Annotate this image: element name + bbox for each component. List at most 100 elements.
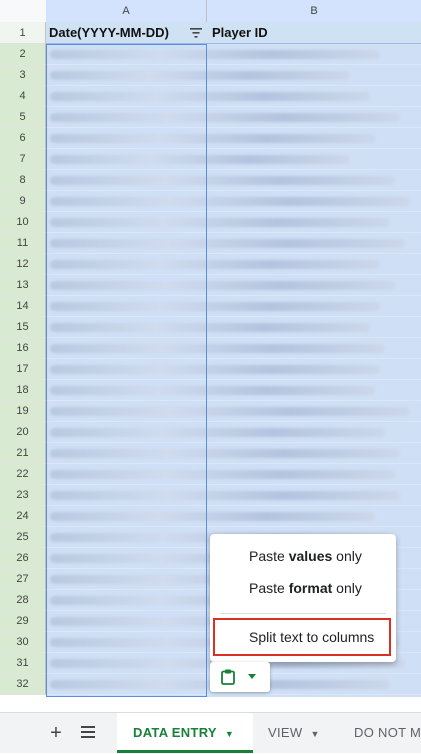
date-header-cell[interactable]: Date(YYYY-MM-DD) [46,22,206,44]
row-number[interactable]: 8 [0,170,46,191]
table-row[interactable] [46,401,421,422]
row-number[interactable]: 19 [0,401,46,422]
row-number[interactable]: 17 [0,359,46,380]
row-number[interactable]: 26 [0,548,46,569]
blurred-cell-content [50,491,400,500]
blurred-cell-content [50,449,400,458]
row-number[interactable]: 25 [0,527,46,548]
table-row[interactable] [46,275,421,296]
filter-icon[interactable] [190,27,202,39]
row-number[interactable]: 9 [0,191,46,212]
blurred-cell-content [50,281,395,290]
sheet-tab-bar: + DATA ENTRY ▼ VIEW ▼ DO NOT M [0,712,421,753]
chevron-down-icon: ▼ [224,728,235,739]
blurred-cell-content [50,428,385,437]
tab-view[interactable]: VIEW ▼ [253,713,337,753]
row-number[interactable]: 16 [0,338,46,359]
paste-options-menu: Paste values only Paste format only Spli… [210,534,396,662]
row-number[interactable]: 31 [0,653,46,674]
highlight-box [213,618,391,656]
table-row[interactable] [46,443,421,464]
row-number[interactable]: 15 [0,317,46,338]
row-number[interactable]: 3 [0,65,46,86]
blurred-cell-content [50,92,370,101]
chevron-down-icon: ▼ [310,728,320,739]
row-number[interactable]: 2 [0,44,46,65]
blurred-cell-content [50,239,405,248]
column-header-bar: A B [0,0,421,23]
table-row[interactable] [46,107,421,128]
row-number[interactable]: 22 [0,464,46,485]
row-number[interactable]: 4 [0,86,46,107]
table-row[interactable] [46,65,421,86]
tab-do-not-modify[interactable]: DO NOT M [337,713,421,753]
paste-clipboard-icon [221,669,235,685]
row-number[interactable]: 29 [0,611,46,632]
row-number[interactable]: 24 [0,506,46,527]
table-row[interactable] [46,380,421,401]
table-row[interactable] [46,128,421,149]
blurred-cell-content [50,365,380,374]
blurred-cell-content [50,113,400,122]
menu-divider [220,613,386,614]
table-row[interactable] [46,296,421,317]
blurred-cell-content [50,71,350,80]
blurred-cell-content [50,386,375,395]
table-row[interactable] [46,485,421,506]
table-row[interactable] [46,359,421,380]
row-number[interactable]: 1 [0,22,46,44]
blurred-cell-content [50,176,395,185]
row-number[interactable]: 18 [0,380,46,401]
row-number[interactable]: 11 [0,233,46,254]
row-number[interactable]: 27 [0,569,46,590]
table-row[interactable] [46,86,421,107]
column-header-b[interactable]: B [207,0,421,22]
blurred-cell-content [50,218,390,227]
blurred-cell-content [50,470,395,479]
blurred-cell-content [50,134,375,143]
table-row[interactable] [46,212,421,233]
table-row[interactable] [46,149,421,170]
row-number[interactable]: 28 [0,590,46,611]
row-number[interactable]: 10 [0,212,46,233]
row-number[interactable]: 5 [0,107,46,128]
player-id-header-cell[interactable]: Player ID [208,22,421,44]
table-row[interactable] [46,44,421,65]
paste-format-only-item[interactable]: Paste format only [210,572,396,604]
chevron-down-icon [248,674,256,679]
table-row[interactable] [46,233,421,254]
row-number[interactable]: 6 [0,128,46,149]
paste-options-button[interactable] [210,662,270,692]
paste-values-only-item[interactable]: Paste values only [210,540,396,572]
row-number[interactable]: 32 [0,674,46,695]
row-number[interactable]: 7 [0,149,46,170]
blurred-cell-content [50,260,380,269]
table-row[interactable] [46,338,421,359]
blurred-cell-content [50,155,350,164]
table-row[interactable] [46,464,421,485]
blurred-cell-content [50,512,375,521]
select-all-corner[interactable] [0,0,47,22]
blurred-cell-content [50,344,385,353]
row-number[interactable]: 21 [0,443,46,464]
blurred-cell-content [50,50,380,59]
column-header-a[interactable]: A [46,0,207,22]
table-row[interactable] [46,191,421,212]
table-row[interactable] [46,170,421,191]
table-row[interactable] [46,506,421,527]
all-sheets-icon[interactable] [80,724,96,740]
row-number[interactable]: 12 [0,254,46,275]
row-number[interactable]: 20 [0,422,46,443]
table-row[interactable] [46,422,421,443]
tab-data-entry[interactable]: DATA ENTRY ▼ [117,713,253,753]
row-number[interactable]: 13 [0,275,46,296]
add-sheet-icon[interactable]: + [46,723,66,743]
row-number[interactable]: 14 [0,296,46,317]
row-number-gutter: 1 2 3 4 5 6 7 8 9 10 11 12 13 14 15 16 1… [0,22,46,695]
blurred-cell-content [50,302,380,311]
row-number[interactable]: 30 [0,632,46,653]
table-row[interactable] [46,317,421,338]
table-row[interactable] [46,254,421,275]
row-number[interactable]: 23 [0,485,46,506]
blurred-cell-content [50,323,370,332]
